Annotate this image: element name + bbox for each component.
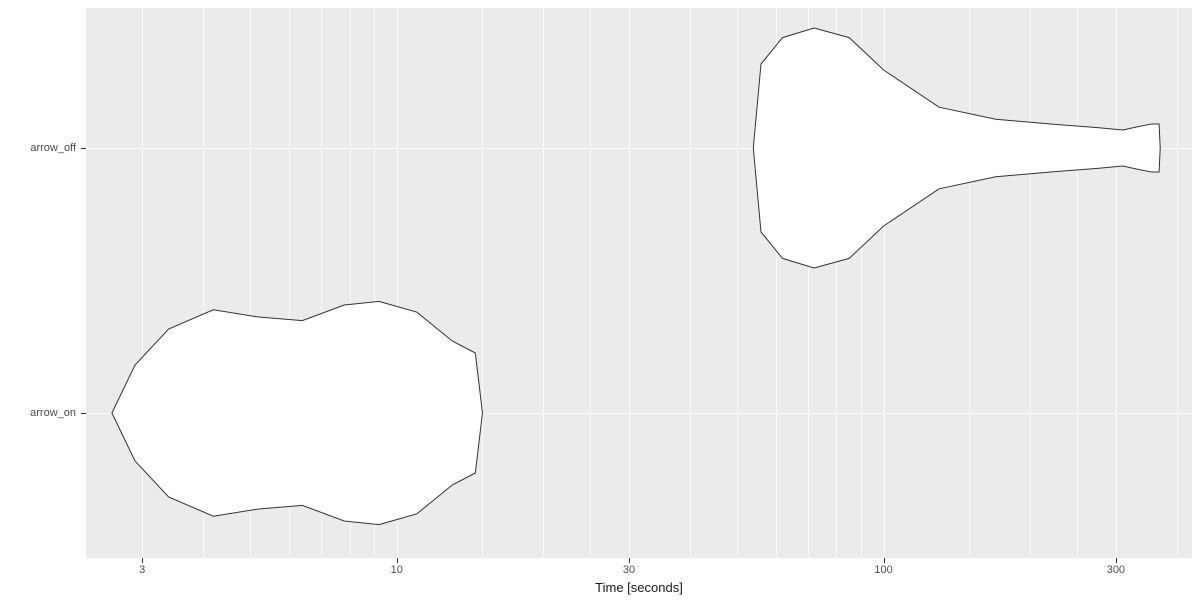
x-tick: [884, 558, 885, 563]
y-tick-label: arrow_on: [30, 407, 76, 419]
x-tick-label: 100: [874, 564, 892, 576]
plot-panel: [86, 8, 1192, 558]
x-tick: [1116, 558, 1117, 563]
x-tick: [142, 558, 143, 563]
x-tick-label: 30: [623, 564, 635, 576]
violin-arrow_on: [112, 301, 483, 524]
violin-arrow_off: [753, 28, 1160, 268]
y-tick-label: arrow_off: [30, 142, 76, 154]
x-tick-label: 3: [139, 564, 145, 576]
x-axis-label: Time [seconds]: [86, 580, 1192, 595]
x-tick-label: 10: [391, 564, 403, 576]
violin-layer: [86, 8, 1192, 558]
y-tick: [81, 148, 86, 149]
x-tick: [397, 558, 398, 563]
y-tick: [81, 413, 86, 414]
chart-container: Time [seconds] 3 10 30 100 300 arrow_offarrow…: [0, 0, 1200, 600]
x-tick-label: 300: [1107, 564, 1125, 576]
x-tick: [629, 558, 630, 563]
